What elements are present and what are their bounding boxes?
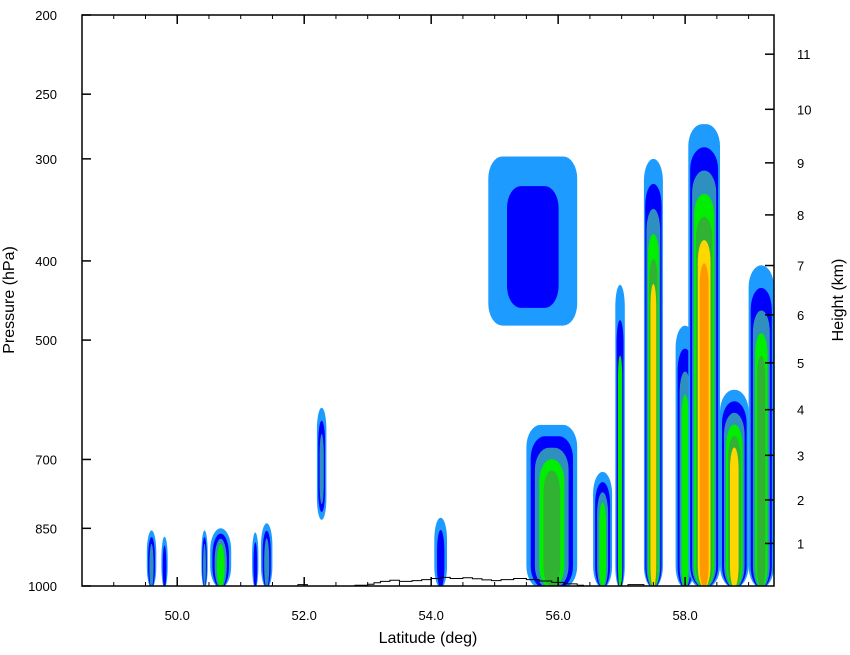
contour-cell-51.4 (261, 523, 273, 586)
x-axis-title: Latitude (deg) (379, 630, 478, 647)
y-tick-label-right: 3 (797, 448, 804, 463)
contour-level-3 (264, 538, 270, 586)
contour-cell-49.6 (146, 530, 157, 586)
y-tick-label-right: 6 (797, 308, 804, 323)
contour-cell-50.5 (201, 530, 208, 586)
contour-level-6 (730, 447, 739, 586)
y-axis-title-right: Height (km) (830, 259, 847, 342)
y-tick-label-right: 5 (797, 356, 804, 371)
contour-cell-56.7 (593, 471, 613, 586)
x-tick-label: 54.0 (419, 608, 444, 623)
contour-cell-49.8 (161, 536, 168, 586)
contour-cell-59.2 (748, 265, 774, 586)
y-tick-label-right: 8 (797, 208, 804, 223)
y-tick-label-left: 500 (35, 333, 57, 348)
y-tick-label-right: 11 (797, 47, 811, 62)
contour-cell-58.3 (688, 124, 720, 586)
contour-cell-58.8 (720, 389, 749, 586)
y-tick-label-right: 9 (797, 156, 804, 171)
contour-cell-51.3 (252, 532, 259, 586)
contour-level-3 (203, 543, 206, 586)
contour-cell-57.5 (643, 158, 663, 586)
contour-level-5 (757, 355, 766, 586)
y-tick-label-left: 1000 (28, 579, 57, 594)
contour-level-3 (149, 543, 154, 586)
y-tick-label-left: 700 (35, 452, 57, 467)
contour-level-6 (650, 284, 657, 586)
y-tick-label-right: 2 (797, 493, 804, 508)
contour-level-2 (253, 542, 258, 586)
y-tick-label-right: 10 (797, 102, 811, 117)
y-tick-label-right: 7 (797, 259, 804, 274)
y-tick-label-right: 1 (797, 536, 804, 551)
y-tick-label-left: 400 (35, 254, 57, 269)
contour-chart: 50.0 52.0 54.0 56.0 58.020025030040050070085… (0, 0, 850, 650)
contour-anvil-55.4 (488, 156, 578, 326)
y-tick-label-left: 250 (35, 87, 57, 102)
contour-level-2 (437, 530, 445, 586)
x-tick-label: 58.0 (672, 608, 697, 623)
contour-level-5 (543, 470, 561, 586)
x-tick-label: 52.0 (292, 608, 317, 623)
y-tick-label-left: 200 (35, 8, 57, 23)
contour-level-3 (319, 433, 324, 505)
contour-level-4 (599, 502, 607, 586)
contour-level-4 (681, 394, 689, 586)
contour-level-4 (618, 355, 623, 586)
contour-level-2 (507, 186, 559, 308)
x-tick-label: 56.0 (545, 608, 570, 623)
contour-cell-52.3 (316, 407, 327, 520)
y-tick-label-left: 850 (35, 521, 57, 536)
contour-cell-55.9 (526, 424, 578, 586)
x-tick-label: 50.0 (165, 608, 190, 623)
y-axis-title-left: Pressure (hPa) (1, 246, 18, 354)
y-tick-label-right: 4 (797, 403, 804, 418)
contour-cell-50.7 (210, 528, 232, 586)
contour-level-2 (162, 545, 167, 586)
contour-cell-57.0 (615, 284, 625, 586)
y-tick-label-left: 300 (35, 152, 57, 167)
contour-level-7 (699, 263, 709, 586)
contour-level-4 (216, 544, 225, 586)
